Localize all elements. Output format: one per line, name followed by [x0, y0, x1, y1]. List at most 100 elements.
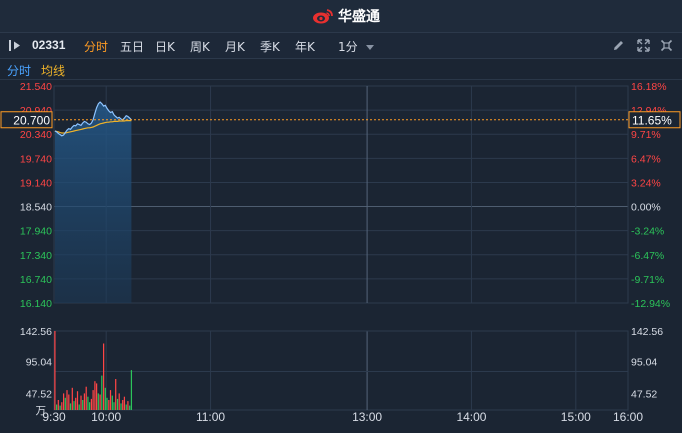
volume-bar	[87, 396, 89, 410]
volume-bar	[73, 401, 75, 410]
chart-toolbar: 02331 分时 五日 日K 周K 月K 季K 年K 1分	[0, 33, 682, 59]
volume-bar	[115, 379, 117, 410]
volume-bar	[127, 401, 129, 410]
price-axis-label: 16.740	[20, 274, 52, 286]
percent-axis-label: -12.94%	[631, 298, 670, 310]
tab-daily-k[interactable]: 日K	[155, 38, 175, 55]
tab-monthly-k[interactable]: 月K	[225, 38, 245, 55]
volume-bar	[78, 404, 80, 410]
volume-bar	[94, 381, 96, 410]
time-axis-label: 16:00	[613, 410, 643, 424]
panel-collapse-icon[interactable]	[8, 39, 22, 52]
volume-bar	[129, 405, 131, 410]
time-axis-label: 11:00	[196, 410, 225, 424]
tab-intraday[interactable]: 分时	[84, 38, 108, 55]
brand-name: 华盛通	[338, 9, 380, 25]
time-axis-label: 15:00	[561, 410, 591, 424]
volume-bar	[64, 397, 66, 410]
volume-bar	[75, 397, 77, 410]
volume-bar	[89, 402, 91, 410]
volume-axis-label: 47.52	[26, 389, 52, 401]
percent-axis-label: 9.71%	[631, 129, 661, 141]
volume-bar	[71, 387, 73, 410]
volume-bar	[83, 393, 86, 410]
volume-bar	[68, 394, 70, 410]
current-price-value: 20.700	[13, 113, 50, 127]
time-axis-label: 10:00	[91, 410, 121, 424]
volume-axis-label-right: 142.56	[631, 326, 663, 338]
tab-five-day[interactable]: 五日	[120, 38, 144, 55]
tab-quarterly-k[interactable]: 季K	[260, 38, 280, 55]
tab-yearly-k[interactable]: 年K	[295, 38, 315, 55]
volume-axis-label: 142.56	[20, 326, 52, 338]
volume-bar	[109, 390, 112, 410]
volume-axis-label-right: 95.04	[631, 356, 657, 368]
volume-bar	[57, 400, 59, 410]
intraday-chart[interactable]: 21.540 16.18%20.940 12.94%20.340 9.71%19.74…	[0, 80, 682, 428]
volume-bar	[99, 394, 101, 410]
indicator-bar: 分时 均线	[0, 59, 682, 80]
price-axis-label: 19.740	[20, 153, 52, 165]
price-axis-label: 21.540	[20, 81, 52, 93]
intraday-chart-area[interactable]: 21.540 16.18% 20.940 12.94% 20.340 9.71% 19.74…	[0, 80, 682, 428]
percent-axis-label: 16.18%	[631, 81, 667, 93]
volume-bar	[101, 375, 103, 410]
percent-axis-label: 6.47%	[631, 153, 661, 165]
percent-axis-label: -9.71%	[631, 274, 664, 286]
volume-bar	[108, 400, 110, 410]
volume-bar	[66, 390, 68, 410]
volume-bar	[82, 400, 84, 410]
percent-axis-label: 3.24%	[631, 177, 661, 189]
volume-bar	[69, 403, 72, 410]
volume-bar	[103, 343, 105, 410]
percent-axis-label: -3.24%	[631, 226, 664, 238]
title-bar: 华盛通	[0, 0, 682, 33]
volume-axis-label-right: 47.52	[631, 389, 657, 401]
legend-intraday-price: 分时	[7, 64, 32, 78]
percent-axis-label: -6.47%	[631, 250, 664, 262]
price-axis-label: 18.540	[20, 202, 52, 214]
tab-weekly-k[interactable]: 周K	[190, 38, 210, 55]
volume-bar	[80, 395, 82, 410]
volume-bar	[92, 390, 94, 410]
app-window: 华盛通 02331 分时 五日 日K 周K 月K 季K 年K 1分 分时 均线	[0, 0, 682, 428]
pencil-icon[interactable]	[612, 39, 625, 52]
volume-bar	[106, 397, 108, 410]
price-axis-label: 16.140	[20, 298, 52, 310]
volume-panel-frame	[53, 330, 629, 411]
volume-bar	[97, 393, 99, 410]
brand-logo-icon	[313, 9, 333, 24]
chevron-down-icon[interactable]	[366, 45, 374, 50]
volume-bar	[85, 386, 87, 410]
time-axis-label: 13:00	[352, 410, 382, 424]
volume-bar	[130, 370, 133, 410]
volume-axis-label: 95.04	[26, 356, 52, 368]
brand: 华盛通	[312, 7, 380, 25]
volume-bar	[116, 398, 119, 410]
volume-bar	[125, 404, 127, 410]
expand-icon[interactable]	[637, 39, 650, 52]
stock-code: 02331	[32, 38, 66, 52]
price-axis-label: 17.340	[20, 250, 52, 262]
price-axis-label: 20.340	[20, 129, 52, 141]
volume-bar	[90, 398, 93, 410]
legend-average-line: 均线	[41, 64, 66, 78]
volume-bar	[113, 402, 115, 410]
volume-bar	[122, 400, 124, 410]
time-axis-label: 14:00	[456, 410, 486, 424]
volume-bar	[76, 391, 79, 410]
price-axis-label: 17.940	[20, 226, 52, 238]
percent-axis-label: 0.00%	[631, 202, 661, 214]
period-select[interactable]: 1分	[338, 38, 358, 55]
volume-bar	[54, 331, 56, 410]
volume-bar	[104, 387, 106, 410]
price-panel-frame	[53, 85, 629, 304]
volume-bar	[63, 393, 65, 410]
volume-bar	[123, 396, 126, 410]
current-percent-value: 11.65%	[632, 113, 672, 127]
settings-icon[interactable]	[660, 39, 673, 52]
price-axis-label: 19.140	[20, 177, 52, 189]
volume-bar	[120, 403, 122, 410]
volume-bar	[111, 395, 113, 410]
volume-bar	[61, 402, 63, 410]
